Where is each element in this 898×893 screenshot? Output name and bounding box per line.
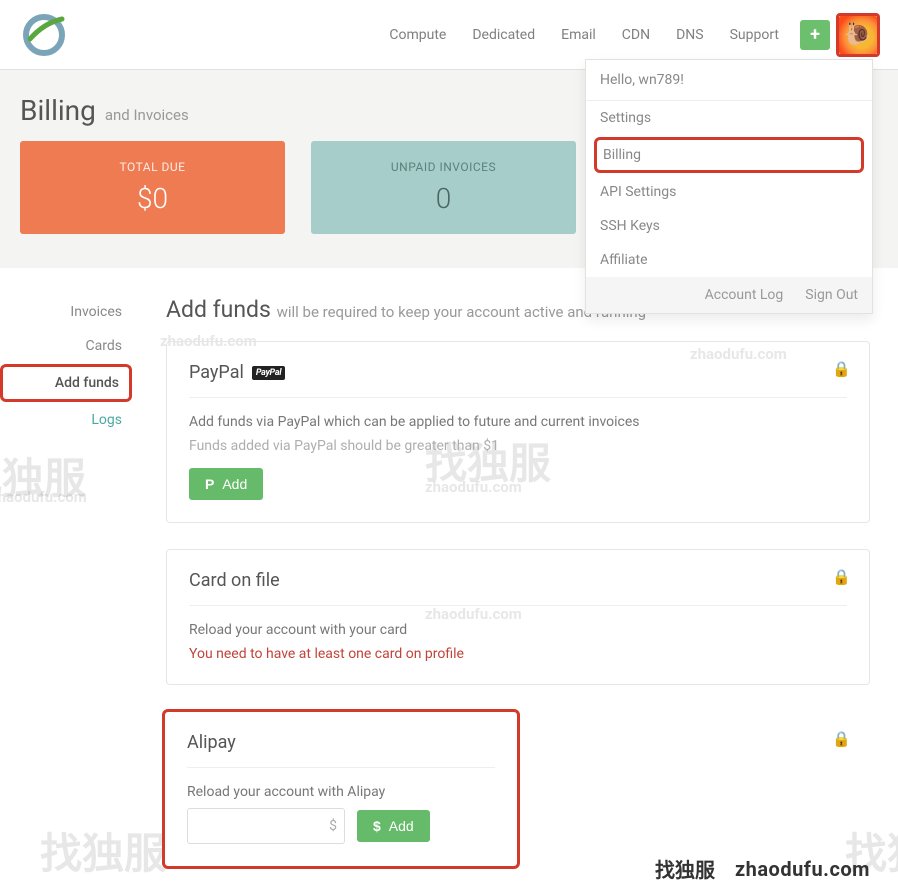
panel-paypal-desc: Add funds via PayPal which can be applie… — [189, 414, 847, 430]
logo[interactable] — [20, 9, 68, 61]
dropdown-footer: Account Log Sign Out — [586, 277, 872, 313]
sidenav-invoices[interactable]: Invoices — [0, 296, 132, 328]
panel-paypal-note: Funds added via PayPal should be greater… — [189, 438, 847, 454]
alipay-add-label: Add — [389, 818, 414, 834]
paypal-p-icon: P — [205, 476, 214, 492]
dropdown-greeting: Hello, wn789! — [586, 60, 872, 101]
stat-total-due[interactable]: TOTAL DUE $0 — [20, 141, 285, 234]
stat-unpaid-label: UNPAID INVOICES — [391, 160, 496, 174]
dropdown-account-log[interactable]: Account Log — [705, 287, 784, 303]
panel-card-heading: Card on file — [189, 570, 280, 591]
alipay-add-button[interactable]: $ Add — [357, 810, 430, 842]
paypal-add-button[interactable]: P Add — [189, 468, 263, 500]
dropdown-item-ssh-keys[interactable]: SSH Keys — [586, 209, 872, 243]
panel-alipay-heading: Alipay — [187, 732, 236, 753]
nav-support[interactable]: Support — [717, 27, 792, 43]
panel-card-desc: Reload your account with your card — [189, 622, 847, 638]
nav-cdn[interactable]: CDN — [609, 27, 663, 43]
sidenav-logs[interactable]: Logs — [0, 404, 132, 436]
lock-icon: 🔒 — [832, 730, 851, 748]
main-nav: Compute Dedicated Email CDN DNS Support … — [376, 13, 880, 57]
footer-watermark-url: zhaodufu.com — [735, 857, 870, 881]
nav-dns[interactable]: DNS — [663, 27, 717, 43]
panel-card-on-file: 🔒 Card on file Reload your account with … — [166, 549, 870, 685]
nav-email[interactable]: Email — [548, 27, 609, 43]
lock-icon: 🔒 — [832, 568, 851, 586]
stat-total-due-label: TOTAL DUE — [119, 160, 185, 174]
add-button[interactable]: + — [800, 20, 830, 50]
panel-card-warn: You need to have at least one card on pr… — [189, 646, 847, 662]
panel-paypal-heading: PayPal — [189, 362, 244, 383]
page-subtitle: and Invoices — [105, 106, 189, 124]
footer-watermark-cn: 找独服 — [655, 854, 715, 883]
dropdown-item-settings[interactable]: Settings — [586, 101, 872, 135]
sidenav-add-funds[interactable]: Add funds — [0, 364, 132, 402]
stat-total-due-value: $0 — [137, 182, 168, 215]
billing-main: Invoices Cards Add funds Logs Add funds … — [0, 268, 898, 893]
panel-alipay-desc: Reload your account with Alipay — [187, 784, 495, 800]
panel-paypal: 🔒 PayPal PayPal Add funds via PayPal whi… — [166, 341, 870, 523]
alipay-amount-input[interactable] — [187, 808, 345, 844]
paypal-badge-icon: PayPal — [252, 366, 285, 380]
user-menu-button[interactable]: 🐌 — [836, 13, 880, 57]
lock-icon: 🔒 — [832, 360, 851, 378]
paypal-add-label: Add — [222, 476, 247, 492]
panel-alipay: 🔒 Alipay Reload your account with Alipay… — [164, 711, 518, 867]
stat-unpaid-invoices[interactable]: UNPAID INVOICES 0 — [311, 141, 576, 234]
plus-icon: + — [810, 24, 820, 45]
billing-sidenav: Invoices Cards Add funds Logs — [0, 296, 140, 893]
nav-dedicated[interactable]: Dedicated — [459, 27, 548, 43]
user-dropdown: Hello, wn789! Settings Billing API Setti… — [585, 59, 873, 314]
footer-watermark: 找独服 zhaodufu.com — [655, 854, 870, 883]
nav-compute[interactable]: Compute — [376, 27, 459, 43]
alipay-amount-field-wrap: $ — [187, 808, 345, 844]
dropdown-sign-out[interactable]: Sign Out — [805, 287, 858, 303]
content-title-main: Add funds — [166, 296, 271, 323]
sidenav-cards[interactable]: Cards — [0, 330, 132, 362]
dollar-icon: $ — [329, 818, 337, 834]
page-title-main: Billing — [20, 94, 96, 127]
stat-unpaid-value: 0 — [436, 182, 452, 215]
dollar-sign-icon: $ — [373, 818, 381, 834]
billing-content: Add funds will be required to keep your … — [166, 296, 870, 893]
dropdown-item-billing[interactable]: Billing — [594, 137, 864, 173]
dropdown-item-affiliate[interactable]: Affiliate — [586, 243, 872, 277]
user-avatar-icon: 🐌 — [839, 16, 877, 54]
dropdown-item-api-settings[interactable]: API Settings — [586, 175, 872, 209]
